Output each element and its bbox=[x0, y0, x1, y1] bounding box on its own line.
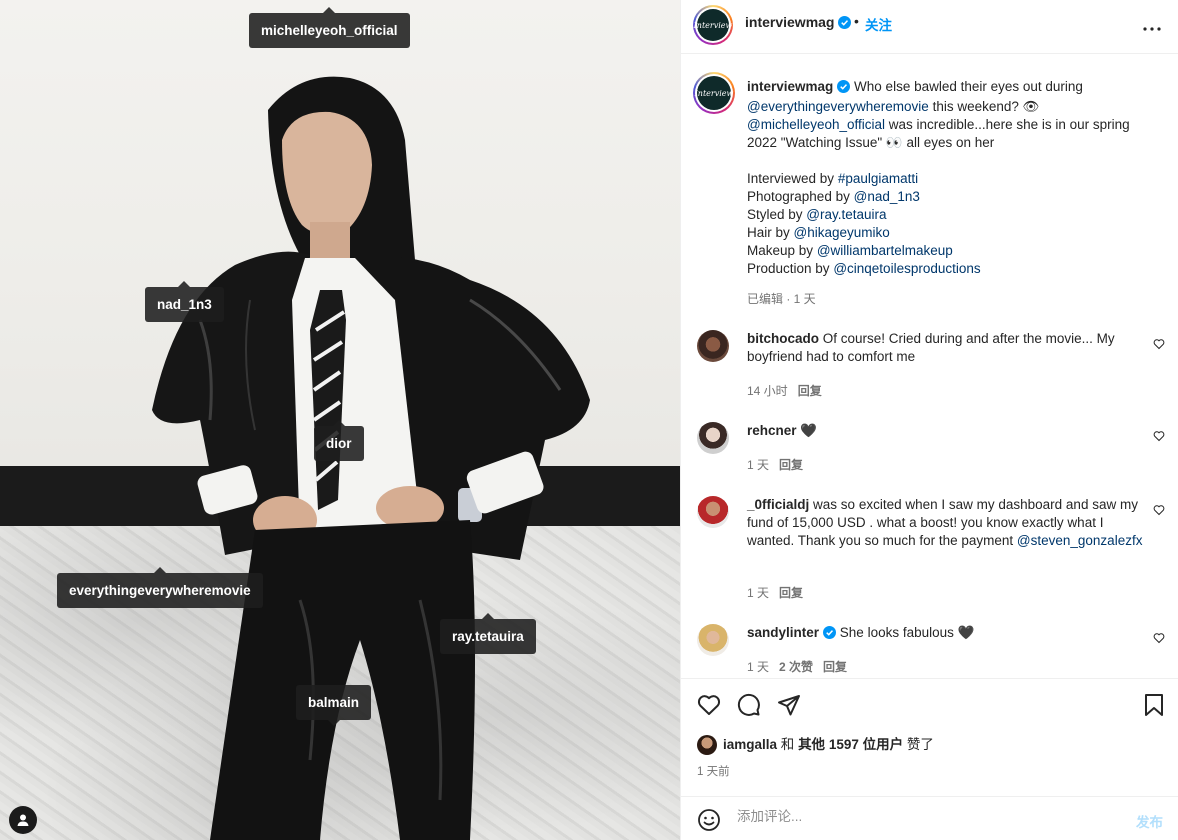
credit-mention[interactable]: @hikageyumiko bbox=[794, 225, 890, 240]
add-comment-bar: 发布 bbox=[681, 796, 1178, 840]
comments-scroll-area[interactable]: Interview interviewmag Who else bawled t… bbox=[681, 54, 1178, 678]
credit-mention[interactable]: @nad_1n3 bbox=[854, 189, 920, 204]
avatar-logo-text: Interview bbox=[694, 9, 732, 41]
reply-button[interactable]: 回复 bbox=[779, 586, 803, 600]
comment-text: 🖤 bbox=[800, 423, 818, 438]
caption-mention[interactable]: @everythingeverywheremovie bbox=[747, 99, 929, 114]
photo-tag[interactable]: nad_1n3 bbox=[145, 281, 224, 322]
caption-username[interactable]: interviewmag bbox=[747, 79, 833, 94]
post-side-panel: Interview interviewmag • 关注 Interview in… bbox=[680, 0, 1178, 840]
avatar bbox=[697, 735, 717, 756]
heart-icon[interactable] bbox=[1153, 631, 1165, 649]
comment-username[interactable]: _0fficialdj bbox=[747, 497, 809, 512]
comment-input[interactable] bbox=[737, 809, 1117, 824]
follow-button[interactable]: 关注 bbox=[865, 14, 892, 34]
photo-tag[interactable]: everythingeverywheremovie bbox=[57, 567, 263, 608]
photo-tag[interactable]: michelleyeoh_official bbox=[249, 7, 410, 48]
action-bar bbox=[681, 678, 1178, 728]
likes-connector: 和 bbox=[780, 737, 795, 752]
comment-body: bitchocado Of course! Cried during and a… bbox=[747, 330, 1143, 366]
comment-text: She looks fabulous 🖤 bbox=[839, 625, 975, 640]
photo-tag[interactable]: dior bbox=[314, 420, 364, 461]
comment-username[interactable]: bitchocado bbox=[747, 331, 819, 346]
comment-bubble-icon[interactable] bbox=[737, 693, 761, 722]
account-name[interactable]: interviewmag bbox=[745, 14, 852, 32]
caption-text: Who else bawled their eyes out during bbox=[854, 79, 1083, 94]
avatar[interactable] bbox=[697, 496, 729, 528]
credit-mention[interactable]: @ray.tetauira bbox=[806, 207, 886, 222]
like-heart-icon[interactable] bbox=[697, 693, 721, 722]
reply-button[interactable]: 回复 bbox=[798, 384, 822, 398]
credit-line: Photographed by @nad_1n3 bbox=[747, 189, 920, 204]
verified-badge-icon bbox=[838, 16, 852, 32]
verified-badge-icon bbox=[837, 80, 851, 98]
bookmark-icon[interactable] bbox=[1143, 693, 1165, 722]
likes-suffix: 赞了 bbox=[906, 737, 934, 752]
photo-tag[interactable]: balmain bbox=[296, 685, 372, 726]
credit-mention[interactable]: @williambartelmakeup bbox=[817, 243, 953, 258]
post-photo[interactable]: michelleyeoh_official nad_1n3 dior every… bbox=[0, 0, 680, 840]
credit-line: Hair by @hikageyumiko bbox=[747, 225, 890, 240]
credit-line: Production by @cinqetoilesproductions bbox=[747, 261, 981, 276]
account-username[interactable]: interviewmag bbox=[745, 14, 834, 30]
avatar[interactable] bbox=[697, 330, 729, 362]
caption-avatar[interactable]: Interview bbox=[693, 72, 735, 114]
reply-button[interactable]: 回复 bbox=[779, 458, 803, 472]
avatar[interactable] bbox=[697, 422, 729, 454]
comment-meta: 14 小时 回复 bbox=[747, 382, 832, 399]
comment-meta: 1 天 2 次赞 回复 bbox=[747, 658, 857, 675]
comment-body: rehcner 🖤 bbox=[747, 422, 1143, 440]
comment-mention[interactable]: @steven_gonzalezfx bbox=[1017, 533, 1143, 548]
post-comment-button[interactable]: 发布 bbox=[1136, 811, 1163, 831]
comment-body: sandylinter She looks fabulous 🖤 bbox=[747, 624, 1143, 644]
photo-tag[interactable]: ray.tetauira bbox=[440, 613, 536, 654]
credit-line: Styled by @ray.tetauira bbox=[747, 207, 887, 222]
comment-meta: 1 天回复 bbox=[747, 456, 813, 473]
post-caption: interviewmag Who else bawled their eyes … bbox=[747, 78, 1147, 278]
account-avatar[interactable]: Interview bbox=[693, 5, 733, 45]
post-time: 1 天前 bbox=[697, 766, 730, 778]
comment-time: 1 天 bbox=[747, 586, 770, 600]
comment-meta: 1 天回复 bbox=[747, 584, 813, 601]
caption-mention[interactable]: @michelleyeoh_official bbox=[747, 117, 885, 132]
more-horizontal-icon[interactable] bbox=[1143, 18, 1161, 36]
avatar[interactable] bbox=[697, 624, 729, 656]
comment-body: _0fficialdj was so excited when I saw my… bbox=[747, 496, 1143, 550]
heart-icon[interactable] bbox=[1153, 337, 1165, 355]
caption-meta: 已编辑 · 1 天 bbox=[747, 292, 816, 306]
credit-line: Makeup by @williambartelmakeup bbox=[747, 243, 953, 258]
likes-first-user[interactable]: iamgalla bbox=[723, 737, 777, 752]
share-send-icon[interactable] bbox=[777, 693, 801, 722]
comment-username[interactable]: sandylinter bbox=[747, 625, 819, 640]
person-icon[interactable] bbox=[9, 806, 37, 834]
caption-text: this weekend? 👁 bbox=[932, 99, 1040, 114]
heart-icon[interactable] bbox=[1153, 429, 1165, 447]
credit-line: Interviewed by #paulgiamatti bbox=[747, 171, 919, 186]
verified-badge-icon bbox=[823, 626, 837, 644]
post-header: Interview interviewmag • 关注 bbox=[681, 0, 1178, 54]
comment-likes[interactable]: 2 次赞 bbox=[779, 660, 813, 674]
comment-username[interactable]: rehcner bbox=[747, 423, 797, 438]
credit-hashtag[interactable]: #paulgiamatti bbox=[838, 171, 918, 186]
comment-time: 14 小时 bbox=[747, 384, 788, 398]
likes-summary[interactable]: iamgalla 和 其他 1597 位用户 赞了 bbox=[697, 733, 934, 756]
separator-dot: • bbox=[854, 13, 859, 29]
reply-button[interactable]: 回复 bbox=[823, 660, 847, 674]
emoji-icon[interactable] bbox=[697, 808, 721, 837]
comment-time: 1 天 bbox=[747, 458, 770, 472]
heart-icon[interactable] bbox=[1153, 503, 1165, 521]
likes-others[interactable]: 其他 1597 位用户 bbox=[798, 737, 903, 752]
credit-mention[interactable]: @cinqetoilesproductions bbox=[833, 261, 980, 276]
avatar-logo-text: Interview bbox=[695, 76, 733, 110]
comment-time: 1 天 bbox=[747, 660, 770, 674]
